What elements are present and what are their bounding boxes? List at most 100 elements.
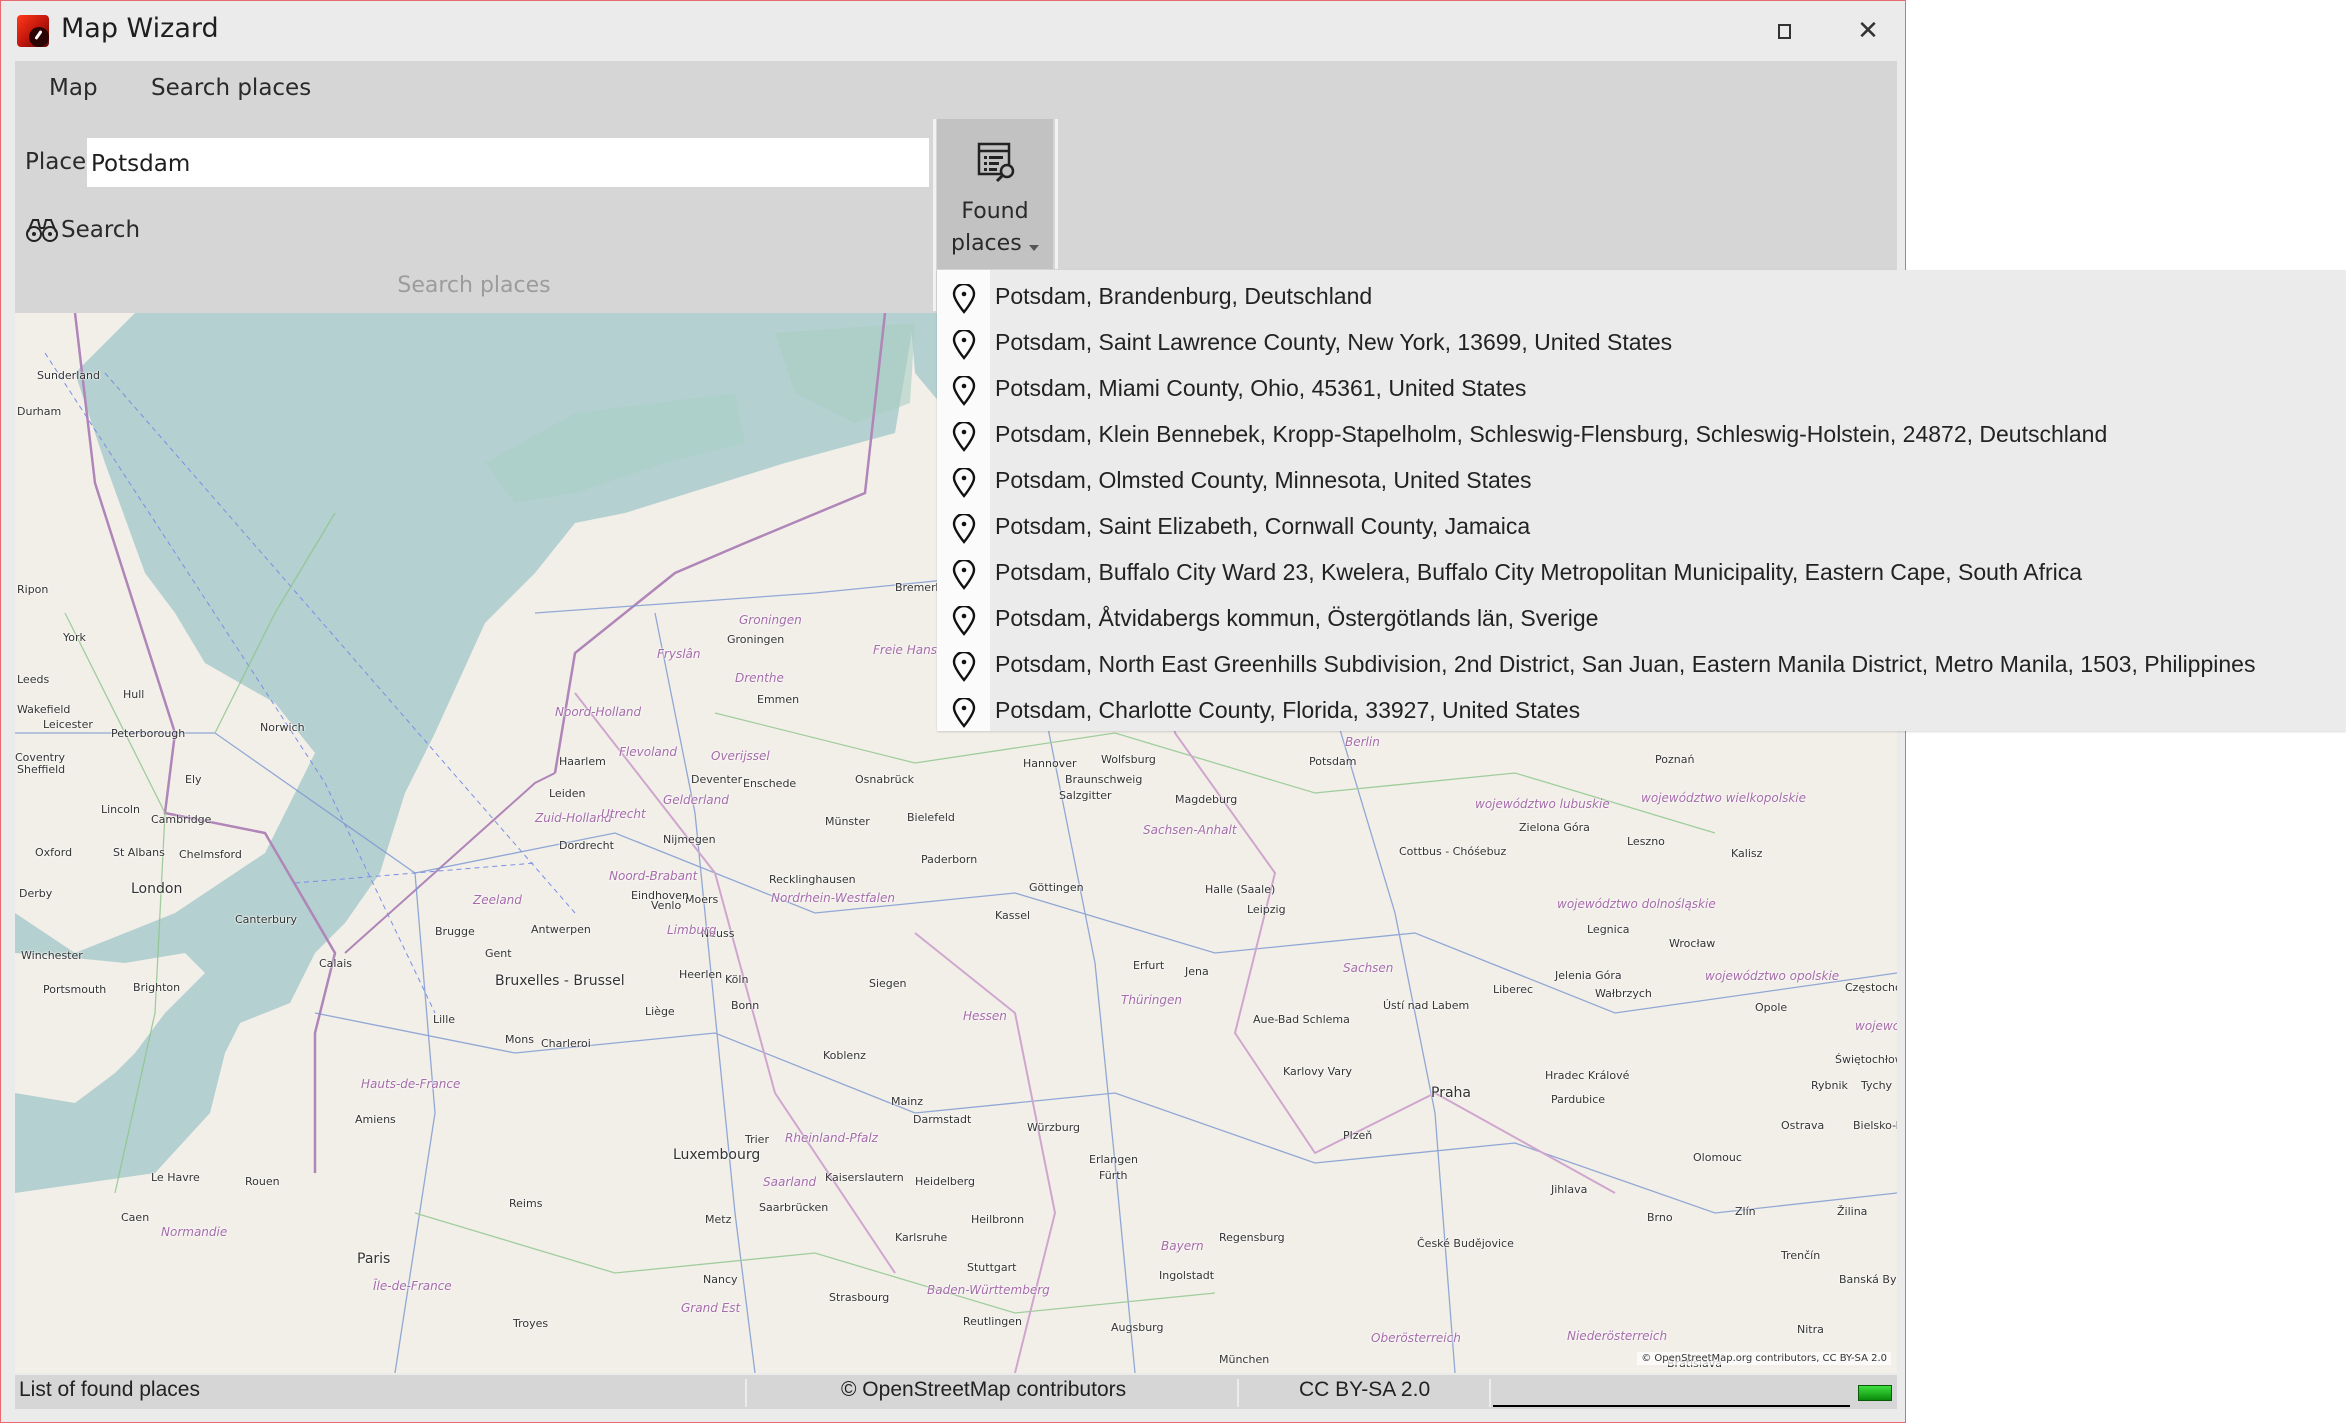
map-label: Darmstadt xyxy=(913,1113,972,1126)
map-label: Bonn xyxy=(731,999,760,1012)
progress-bar xyxy=(1493,1405,1850,1407)
maximize-icon xyxy=(1777,23,1791,39)
found-place-item[interactable]: Potsdam, Saint Elizabeth, Cornwall Count… xyxy=(937,504,2346,550)
map-label: Dordrecht xyxy=(559,839,614,852)
map-pin-icon xyxy=(951,466,977,502)
map-label: Bruxelles - Brussel xyxy=(495,973,625,989)
found-place-item[interactable]: Potsdam, Saint Lawrence County, New York… xyxy=(937,320,2346,366)
map-label: Göttingen xyxy=(1029,881,1084,894)
map-label: Mainz xyxy=(891,1095,924,1108)
found-place-item[interactable]: Potsdam, Brandenburg, Deutschland xyxy=(937,274,2346,320)
map-label: Heidelberg xyxy=(915,1175,975,1188)
map-label: Tychy xyxy=(1861,1079,1893,1092)
found-places-dropdown-button[interactable]: Found places xyxy=(937,119,1053,269)
map-label: Nijmegen xyxy=(663,833,716,846)
found-place-item[interactable]: Potsdam, Klein Bennebek, Kropp-Stapelhol… xyxy=(937,412,2346,458)
map-label: Sachsen-Anhalt xyxy=(1143,823,1237,837)
map-label: województwo opolskie xyxy=(1705,969,1840,983)
map-label: Kaiserslautern xyxy=(825,1171,904,1184)
map-label: Ripon xyxy=(17,583,49,596)
map-label: Paderborn xyxy=(921,853,978,866)
map-pin-icon xyxy=(951,420,977,456)
map-label: Salzgitter xyxy=(1059,789,1112,802)
tab-search-places[interactable]: Search places xyxy=(151,75,311,101)
map-label: Kalisz xyxy=(1731,847,1763,860)
map-label: Wrocław xyxy=(1669,937,1716,950)
maximize-button[interactable] xyxy=(1756,11,1812,51)
found-place-label: Potsdam, Buffalo City Ward 23, Kwelera, … xyxy=(995,559,2083,585)
map-label: Bayern xyxy=(1161,1239,1204,1253)
map-label: Świętochłowice xyxy=(1835,1053,1897,1066)
found-place-item[interactable]: Potsdam, Åtvidabergs kommun, Östergötlan… xyxy=(937,596,2346,642)
map-label: České Budějovice xyxy=(1417,1237,1514,1250)
map-label: Berlin xyxy=(1345,735,1380,749)
found-place-item[interactable]: Potsdam, Buffalo City Ward 23, Kwelera, … xyxy=(937,550,2346,596)
map-label: Ingolstadt xyxy=(1159,1269,1215,1282)
map-label: St Albans xyxy=(113,846,165,859)
map-label: województwo dolnośląskie xyxy=(1557,897,1716,911)
map-label: Banská Bystrica xyxy=(1839,1273,1897,1286)
found-place-item[interactable]: Potsdam, Charlotte County, Florida, 3392… xyxy=(937,688,2346,734)
map-label: Köln xyxy=(725,973,749,986)
place-input[interactable] xyxy=(87,138,929,187)
found-place-label: Potsdam, Brandenburg, Deutschland xyxy=(995,283,1373,309)
found-place-item[interactable]: Potsdam, Olmsted County, Minnesota, Unit… xyxy=(937,458,2346,504)
map-label: Bielsko-Biała xyxy=(1853,1119,1897,1132)
found-place-label: Potsdam, North East Greenhills Subdivisi… xyxy=(995,651,2256,677)
map-label: Norwich xyxy=(260,721,305,734)
map-label: Ostrava xyxy=(1781,1119,1825,1132)
map-label: Potsdam xyxy=(1309,755,1357,768)
close-icon: ✕ xyxy=(1857,16,1879,46)
map-label: Groningen xyxy=(727,633,785,646)
map-label: Sunderland xyxy=(37,369,100,382)
map-label: Grand Est xyxy=(681,1301,741,1315)
map-label: Hauts-de-France xyxy=(361,1077,461,1091)
map-label: Leeds xyxy=(17,673,50,686)
map-label: Hannover xyxy=(1023,757,1077,770)
map-pin-icon xyxy=(951,512,977,548)
map-label: Ely xyxy=(185,773,202,786)
map-label: London xyxy=(131,881,183,897)
found-place-item[interactable]: Potsdam, North East Greenhills Subdivisi… xyxy=(937,642,2346,688)
map-label: Cottbus - Chóśebuz xyxy=(1399,845,1507,858)
window-title: Map Wizard xyxy=(61,13,219,44)
map-label: Calais xyxy=(319,957,353,970)
map-label: Jelenia Góra xyxy=(1555,969,1622,982)
close-button[interactable]: ✕ xyxy=(1840,11,1896,51)
map-label: Nancy xyxy=(703,1273,738,1286)
map-label: Rouen xyxy=(245,1175,280,1188)
status-message: List of found places xyxy=(19,1378,200,1401)
map-attribution: © OpenStreetMap.org contributors, CC BY-… xyxy=(1637,1352,1891,1365)
map-label: Recklinghausen xyxy=(769,873,856,886)
map-label: Groningen xyxy=(739,613,802,627)
map-label: Jihlava xyxy=(1551,1183,1588,1196)
map-label: Durham xyxy=(17,405,62,418)
tab-map[interactable]: Map xyxy=(49,75,98,101)
map-label: Metz xyxy=(705,1213,732,1226)
found-place-label: Potsdam, Klein Bennebek, Kropp-Stapelhol… xyxy=(995,421,2108,447)
map-label: Nordrhein-Westfalen xyxy=(771,891,895,905)
map-label: Overijssel xyxy=(711,749,770,763)
map-label: Wakefield xyxy=(17,703,71,716)
map-label: Flevoland xyxy=(619,745,677,759)
map-label: Fürth xyxy=(1099,1169,1128,1182)
map-label: Eindhoven xyxy=(631,889,689,902)
map-label: Amiens xyxy=(355,1113,396,1126)
map-label: Haarlem xyxy=(559,755,606,768)
map-label: Liberec xyxy=(1493,983,1534,996)
found-place-label: Potsdam, Åtvidabergs kommun, Östergötlan… xyxy=(995,605,1599,631)
map-label: województwo lubuskie xyxy=(1475,797,1610,811)
app-logo-icon xyxy=(17,15,49,47)
map-label: Troyes xyxy=(513,1317,549,1330)
map-label: Paris xyxy=(357,1251,391,1267)
map-label: Regensburg xyxy=(1219,1231,1285,1244)
map-label: Peterborough xyxy=(111,727,186,740)
map-label: München xyxy=(1219,1353,1270,1366)
map-label: Poznań xyxy=(1655,753,1695,766)
map-label: Limburg xyxy=(667,923,717,937)
map-pin-icon xyxy=(951,328,977,364)
found-place-item[interactable]: Potsdam, Miami County, Ohio, 45361, Unit… xyxy=(937,366,2346,412)
map-label: Leicester xyxy=(43,718,93,731)
search-button[interactable]: Search xyxy=(25,213,140,247)
map-label: Saarland xyxy=(763,1175,817,1189)
